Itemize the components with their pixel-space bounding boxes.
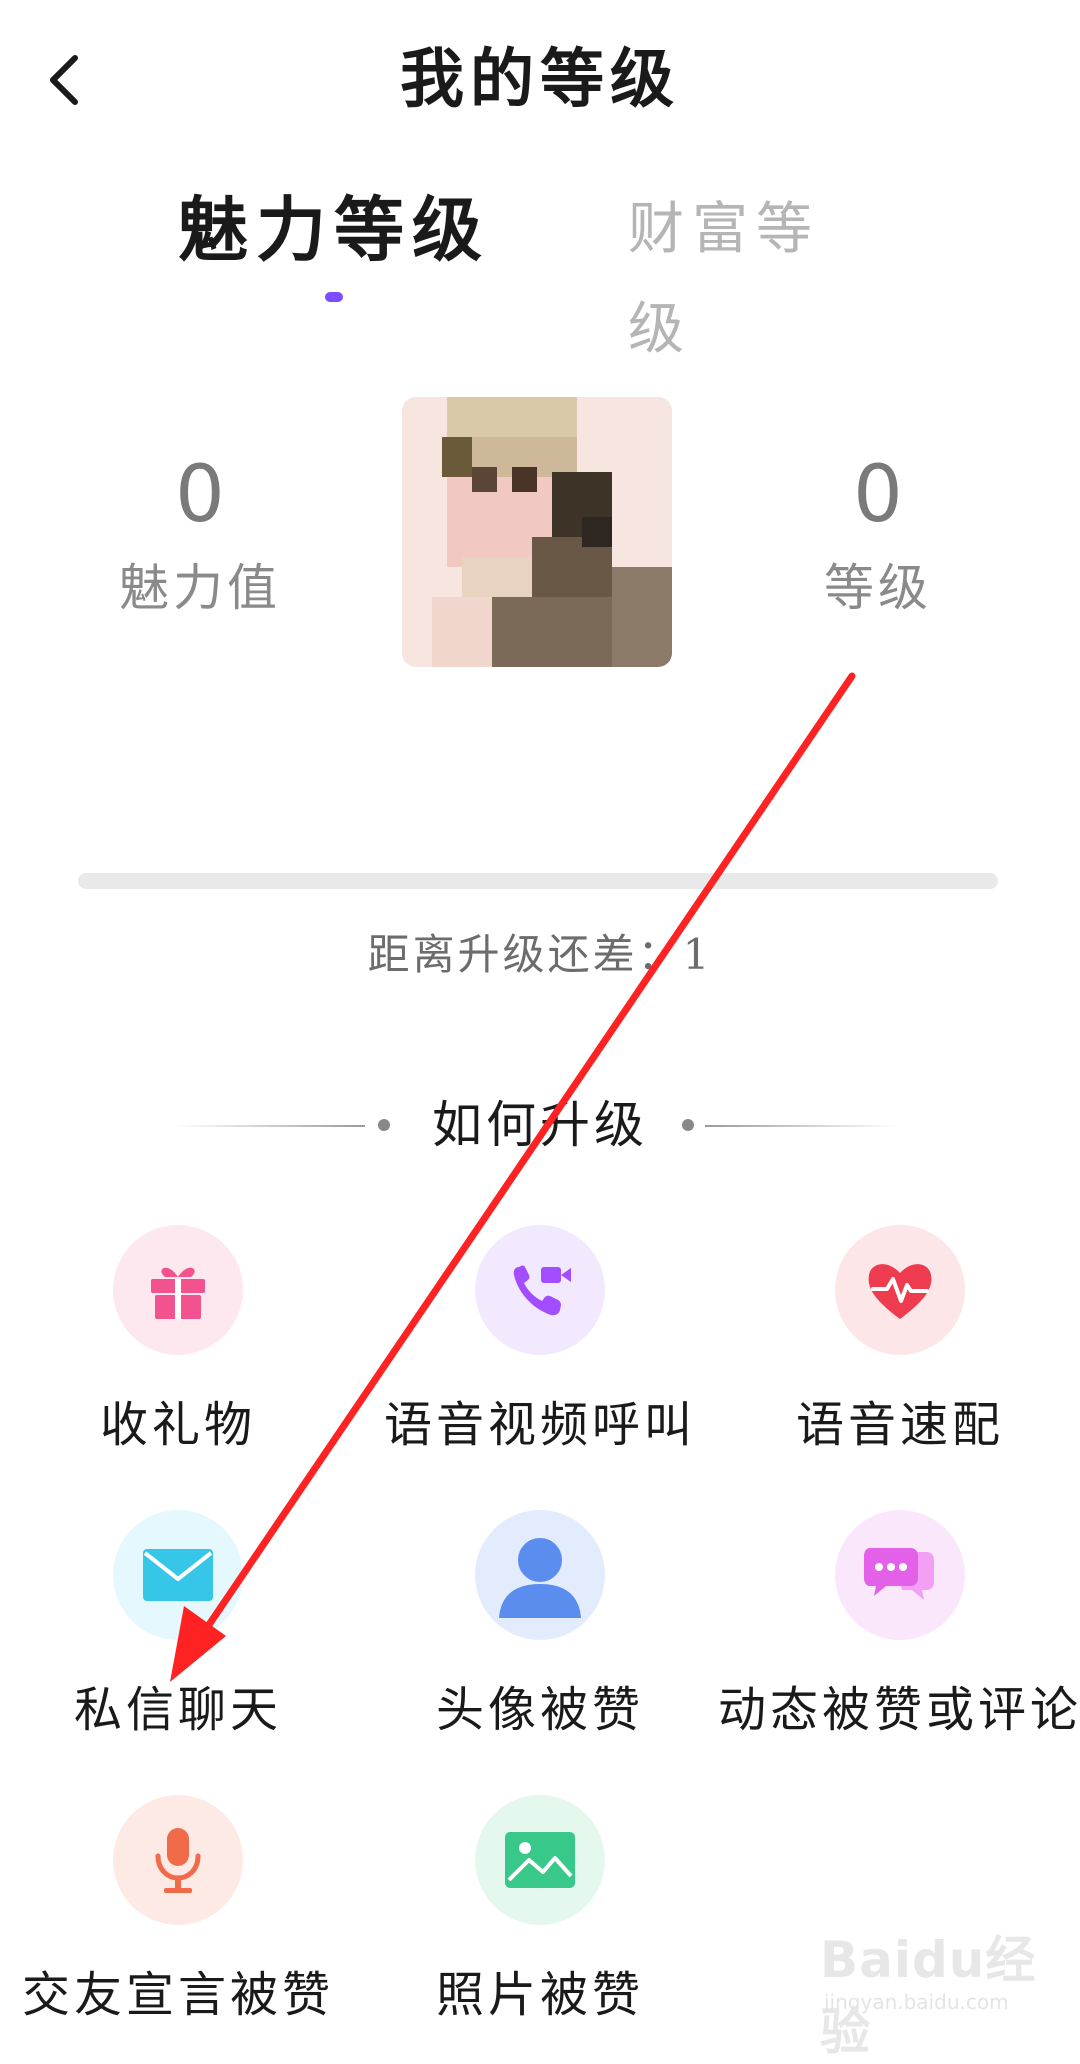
heart-pulse-icon-circle — [835, 1225, 965, 1355]
upgrade-item-label: 语音速配 — [795, 1397, 1004, 1453]
upgrade-item-label: 交友宣言被赞 — [21, 1967, 334, 2023]
user-icon-circle — [475, 1510, 605, 1640]
chat-bubbles-icon-circle — [835, 1510, 965, 1640]
progress-bar-track — [78, 873, 998, 889]
video-call-icon-circle — [475, 1225, 605, 1355]
how-to-upgrade-title: 如何升级 — [432, 1096, 648, 1154]
tab-charm-level[interactable]: 魅力等级 — [178, 180, 508, 280]
level-label: 等级 — [824, 559, 932, 617]
chat-bubbles-icon — [864, 1548, 934, 1600]
tab-wealth-level[interactable]: 财富等级 — [628, 180, 878, 362]
charm-value-label: 魅力值 — [119, 559, 281, 617]
envelope-icon-circle — [113, 1510, 243, 1640]
upgrade-item-post-liked-or-commented[interactable]: 动态被赞或评论 — [718, 1510, 1078, 1760]
tab-active-indicator — [325, 292, 343, 302]
upgrade-item-label: 收礼物 — [99, 1397, 256, 1453]
avatar-image — [402, 397, 672, 667]
upgrade-item-private-chat[interactable]: 私信聊天 — [8, 1510, 348, 1760]
upgrade-item-label: 头像被赞 — [435, 1682, 644, 1738]
envelope-icon — [143, 1549, 213, 1601]
upgrade-item-voice-match[interactable]: 语音速配 — [730, 1225, 1070, 1475]
upgrade-item-label: 私信聊天 — [73, 1682, 282, 1738]
progress-remaining-text: 距离升级还差：1 — [367, 930, 713, 979]
microphone-icon — [155, 1828, 201, 1893]
upgrade-item-receive-gift[interactable]: 收礼物 — [8, 1225, 348, 1475]
gift-icon-circle — [113, 1225, 243, 1355]
image-icon-circle — [475, 1795, 605, 1925]
microphone-icon-circle — [113, 1795, 243, 1925]
level-value: 0 — [853, 450, 903, 540]
upgrade-item-label: 动态被赞或评论 — [717, 1682, 1080, 1738]
video-call-icon — [513, 1265, 571, 1316]
baidu-jingyan-watermark: Baidu经验 jingyan.baidu.com — [820, 1915, 1050, 2061]
image-icon — [505, 1832, 575, 1888]
user-icon — [499, 1538, 581, 1618]
upgrade-item-dating-declaration-liked[interactable]: 交友宣言被赞 — [8, 1795, 348, 2045]
section-divider-right — [705, 1125, 900, 1127]
section-divider-dot-right — [682, 1119, 694, 1131]
upgrade-item-label: 语音视频呼叫 — [383, 1397, 696, 1453]
heart-pulse-icon — [868, 1264, 932, 1319]
gift-icon — [151, 1267, 205, 1319]
charm-value: 0 — [175, 450, 225, 540]
upgrade-item-voice-video-call[interactable]: 语音视频呼叫 — [370, 1225, 710, 1475]
upgrade-item-label: 照片被赞 — [435, 1967, 644, 2023]
page-title: 我的等级 — [400, 42, 680, 117]
upgrade-item-photo-liked[interactable]: 照片被赞 — [370, 1795, 710, 2045]
upgrade-item-avatar-liked[interactable]: 头像被赞 — [370, 1510, 710, 1760]
avatar — [402, 397, 672, 667]
watermark-url: jingyan.baidu.com — [824, 1990, 1009, 2014]
